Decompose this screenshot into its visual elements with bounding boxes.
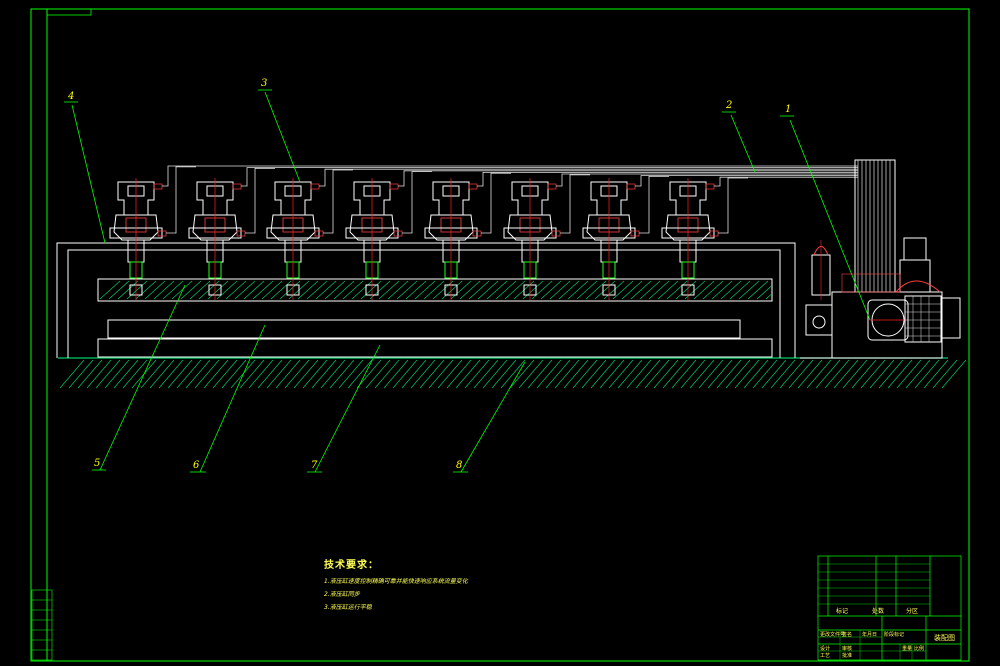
hydraulic-power-unit	[800, 159, 961, 359]
tb-label-zone: 分区	[906, 608, 919, 615]
hydraulic-cylinder	[266, 178, 324, 300]
tb-label-design: 设计	[820, 646, 831, 652]
balloon-3: 3	[261, 78, 268, 89]
balloon-5: 5	[94, 458, 101, 469]
tb-label-date: 年月日	[862, 632, 878, 638]
balloon-8: 8	[456, 460, 463, 471]
hydraulic-cylinder	[582, 178, 640, 300]
side-stamp	[31, 589, 53, 661]
hydraulic-cylinder	[345, 178, 403, 300]
tb-label-review: 审核	[842, 646, 853, 652]
guide-rail	[107, 319, 741, 339]
tb-label-stage: 阶段标记	[884, 632, 905, 638]
tb-label-mark: 标记	[836, 608, 849, 615]
tb-label-sign: 签名	[842, 632, 853, 638]
technical-note-3: 3.液压缸运行平稳	[324, 604, 372, 611]
tb-label-count: 处数	[872, 608, 885, 615]
balloon-6: 6	[193, 460, 200, 471]
technical-notes: 技术要求： 1.液压缸速度控制精确可靠并能快速响应系统流量变化 2.液压缸同步 …	[324, 556, 468, 614]
technical-note-2: 2.液压缸同步	[324, 591, 360, 598]
balloon-1: 1	[785, 104, 792, 115]
technical-notes-heading: 技术要求：	[324, 560, 379, 571]
tb-label-process: 工艺	[820, 653, 831, 659]
ground	[58, 357, 967, 389]
tb-label-scale: 比例	[914, 646, 925, 652]
assembly-drawing	[30, 8, 970, 662]
hydraulic-cylinder	[424, 178, 482, 300]
leader-lines	[64, 89, 871, 473]
worktable-hatching	[99, 280, 772, 300]
hydraulic-cylinder	[109, 178, 167, 300]
hydraulic-hoses	[162, 165, 858, 234]
balloon-4: 4	[68, 91, 75, 102]
balloon-7: 7	[311, 460, 318, 471]
tb-label-weight: 重量	[902, 646, 913, 652]
hydraulic-cylinder-row	[109, 178, 719, 300]
hydraulic-cylinder	[661, 178, 719, 300]
base-plate	[97, 338, 773, 358]
technical-note-1: 1.液压缸速度控制精确可靠并能快速响应系统流量变化	[324, 578, 468, 585]
balloon-2: 2	[726, 100, 733, 111]
tb-label-approve: 批准	[842, 653, 853, 659]
drawing-name: 装配图	[934, 634, 955, 642]
top-left-tag	[46, 8, 92, 16]
